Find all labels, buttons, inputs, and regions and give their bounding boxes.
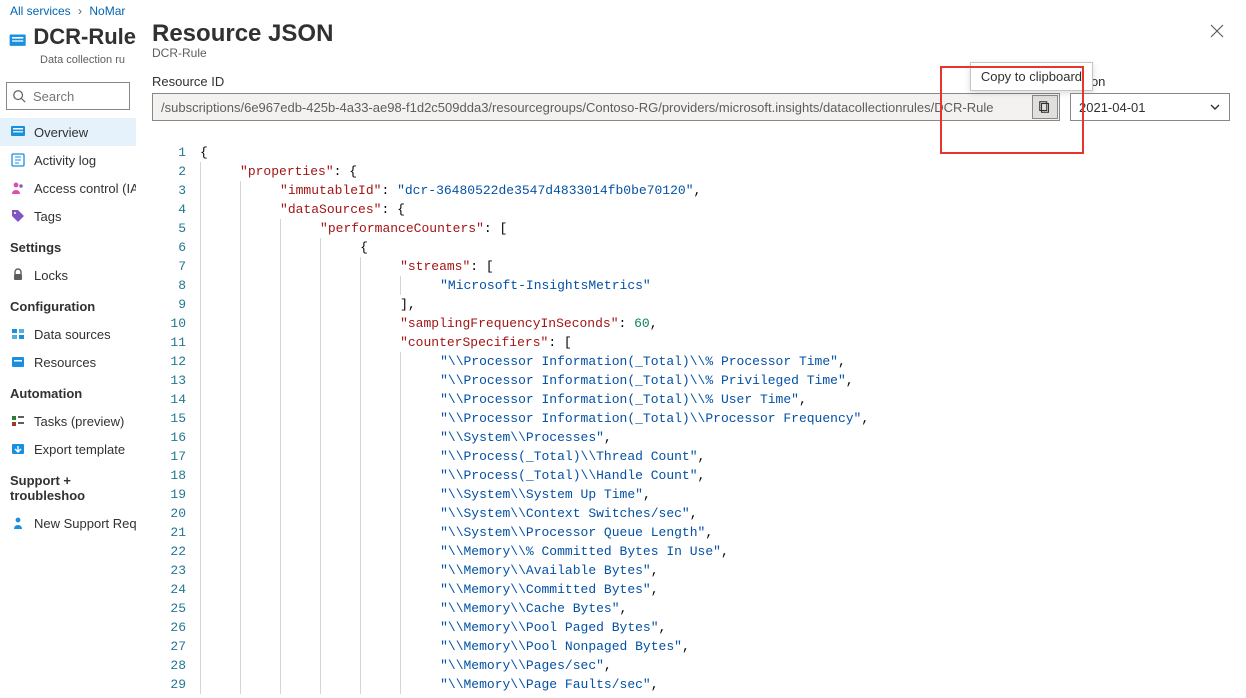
breadcrumb-item-2[interactable]: NoMar bbox=[89, 4, 125, 18]
resource-json-blade: Resource JSON DCR-Rule Resource ID Copy … bbox=[136, 18, 1246, 698]
editor-gutter: 1234567891011121314151617181920212223242… bbox=[152, 139, 200, 698]
data-sources-icon bbox=[10, 326, 26, 342]
breadcrumb-all-services[interactable]: All services bbox=[10, 4, 71, 18]
tags-icon bbox=[10, 208, 26, 224]
copy-resource-id-button[interactable]: Copy to clipboard bbox=[1032, 95, 1058, 119]
nav-activity-label: Activity log bbox=[34, 153, 96, 168]
nav-support-label: New Support Requ bbox=[34, 516, 136, 531]
tasks-icon bbox=[10, 413, 26, 429]
nav-overview-label: Overview bbox=[34, 125, 88, 140]
nav-export-template[interactable]: Export template bbox=[0, 435, 136, 463]
chevron-down-icon bbox=[1209, 101, 1221, 113]
nav-resources-label: Resources bbox=[34, 355, 96, 370]
dcr-resource-icon bbox=[8, 28, 27, 54]
nav-tasks-label: Tasks (preview) bbox=[34, 414, 124, 429]
blade-title: Resource JSON bbox=[152, 20, 333, 48]
resource-title: DCR-Rule bbox=[33, 24, 136, 50]
nav-locks[interactable]: Locks bbox=[0, 261, 136, 289]
resource-left-pane: DCR-Rule Data collection ru Overview Act… bbox=[0, 18, 136, 698]
overview-icon bbox=[10, 124, 26, 140]
nav-export-label: Export template bbox=[34, 442, 125, 457]
nav-tags-label: Tags bbox=[34, 209, 61, 224]
nav-section-settings: Settings bbox=[0, 230, 136, 261]
nav-datasources-label: Data sources bbox=[34, 327, 111, 342]
api-version-label: ersion bbox=[1070, 74, 1230, 89]
copy-tooltip: Copy to clipboard bbox=[970, 62, 1093, 91]
support-icon bbox=[10, 515, 26, 531]
nav-access-control[interactable]: Access control (IAM bbox=[0, 174, 136, 202]
nav-iam-label: Access control (IAM bbox=[34, 181, 136, 196]
nav-section-support: Support + troubleshoo bbox=[0, 463, 136, 509]
api-version-select[interactable]: 2021-04-01 bbox=[1070, 93, 1230, 121]
blade-close-button[interactable] bbox=[1204, 20, 1230, 47]
nav-new-support[interactable]: New Support Requ bbox=[0, 509, 136, 537]
resource-id-label: Resource ID bbox=[152, 74, 1060, 89]
menu-search[interactable] bbox=[6, 82, 130, 110]
nav-section-config: Configuration bbox=[0, 289, 136, 320]
breadcrumb-sep: › bbox=[74, 4, 86, 18]
nav-tasks[interactable]: Tasks (preview) bbox=[0, 407, 136, 435]
editor-code[interactable]: { "properties": { "immutableId": "dcr-36… bbox=[200, 139, 1230, 698]
nav-tags[interactable]: Tags bbox=[0, 202, 136, 230]
nav-section-automation: Automation bbox=[0, 376, 136, 407]
nav-locks-label: Locks bbox=[34, 268, 68, 283]
api-version-field: ersion 2021-04-01 bbox=[1070, 74, 1230, 121]
export-template-icon bbox=[10, 441, 26, 457]
nav-activity-log[interactable]: Activity log bbox=[0, 146, 136, 174]
nav-resources[interactable]: Resources bbox=[0, 348, 136, 376]
api-version-value: 2021-04-01 bbox=[1079, 100, 1146, 115]
resource-type-label: Data collection ru bbox=[0, 54, 136, 76]
search-icon bbox=[12, 89, 26, 103]
json-editor[interactable]: 1234567891011121314151617181920212223242… bbox=[152, 139, 1230, 698]
resource-nav: Overview Activity log Access control (IA… bbox=[0, 118, 136, 698]
breadcrumb: All services › NoMar bbox=[0, 0, 1246, 18]
lock-icon bbox=[10, 267, 26, 283]
resource-id-field: Resource ID Copy to clipboard bbox=[152, 74, 1060, 121]
resources-icon bbox=[10, 354, 26, 370]
copy-icon bbox=[1038, 100, 1052, 114]
nav-data-sources[interactable]: Data sources bbox=[0, 320, 136, 348]
close-icon bbox=[1210, 24, 1224, 38]
iam-icon bbox=[10, 180, 26, 196]
nav-overview[interactable]: Overview bbox=[0, 118, 136, 146]
resource-id-input[interactable] bbox=[152, 93, 1060, 121]
activity-log-icon bbox=[10, 152, 26, 168]
blade-subtitle: DCR-Rule bbox=[152, 46, 333, 60]
